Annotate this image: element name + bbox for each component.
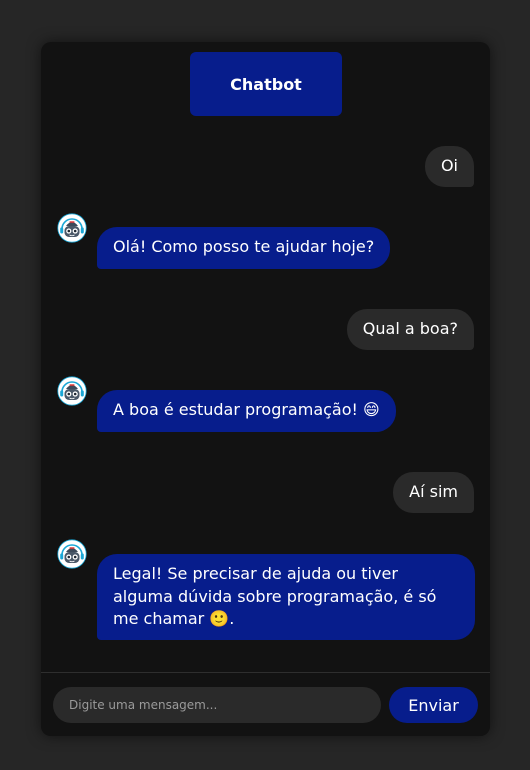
bot-message: Olá! Como posso te ajudar hoje? <box>97 227 391 269</box>
message-input-bar: Enviar <box>41 672 490 736</box>
robot-avatar-icon <box>57 376 87 406</box>
chat-header-title: Chatbot <box>190 52 342 116</box>
user-message: Oi <box>424 146 474 187</box>
message-input[interactable] <box>53 687 381 723</box>
robot-avatar-icon <box>57 539 87 569</box>
bot-message: A boa é estudar programação! 😄 <box>97 390 396 432</box>
user-message: Aí sim <box>393 472 474 513</box>
chat-window: Chatbot Oi Olá! Como posso te ajudar hoj… <box>41 42 490 736</box>
bot-message: Legal! Se precisar de ajuda ou tiver alg… <box>97 554 475 640</box>
send-button[interactable]: Enviar <box>389 687 478 723</box>
robot-avatar-icon <box>57 213 87 243</box>
user-message: Qual a boa? <box>346 309 474 350</box>
